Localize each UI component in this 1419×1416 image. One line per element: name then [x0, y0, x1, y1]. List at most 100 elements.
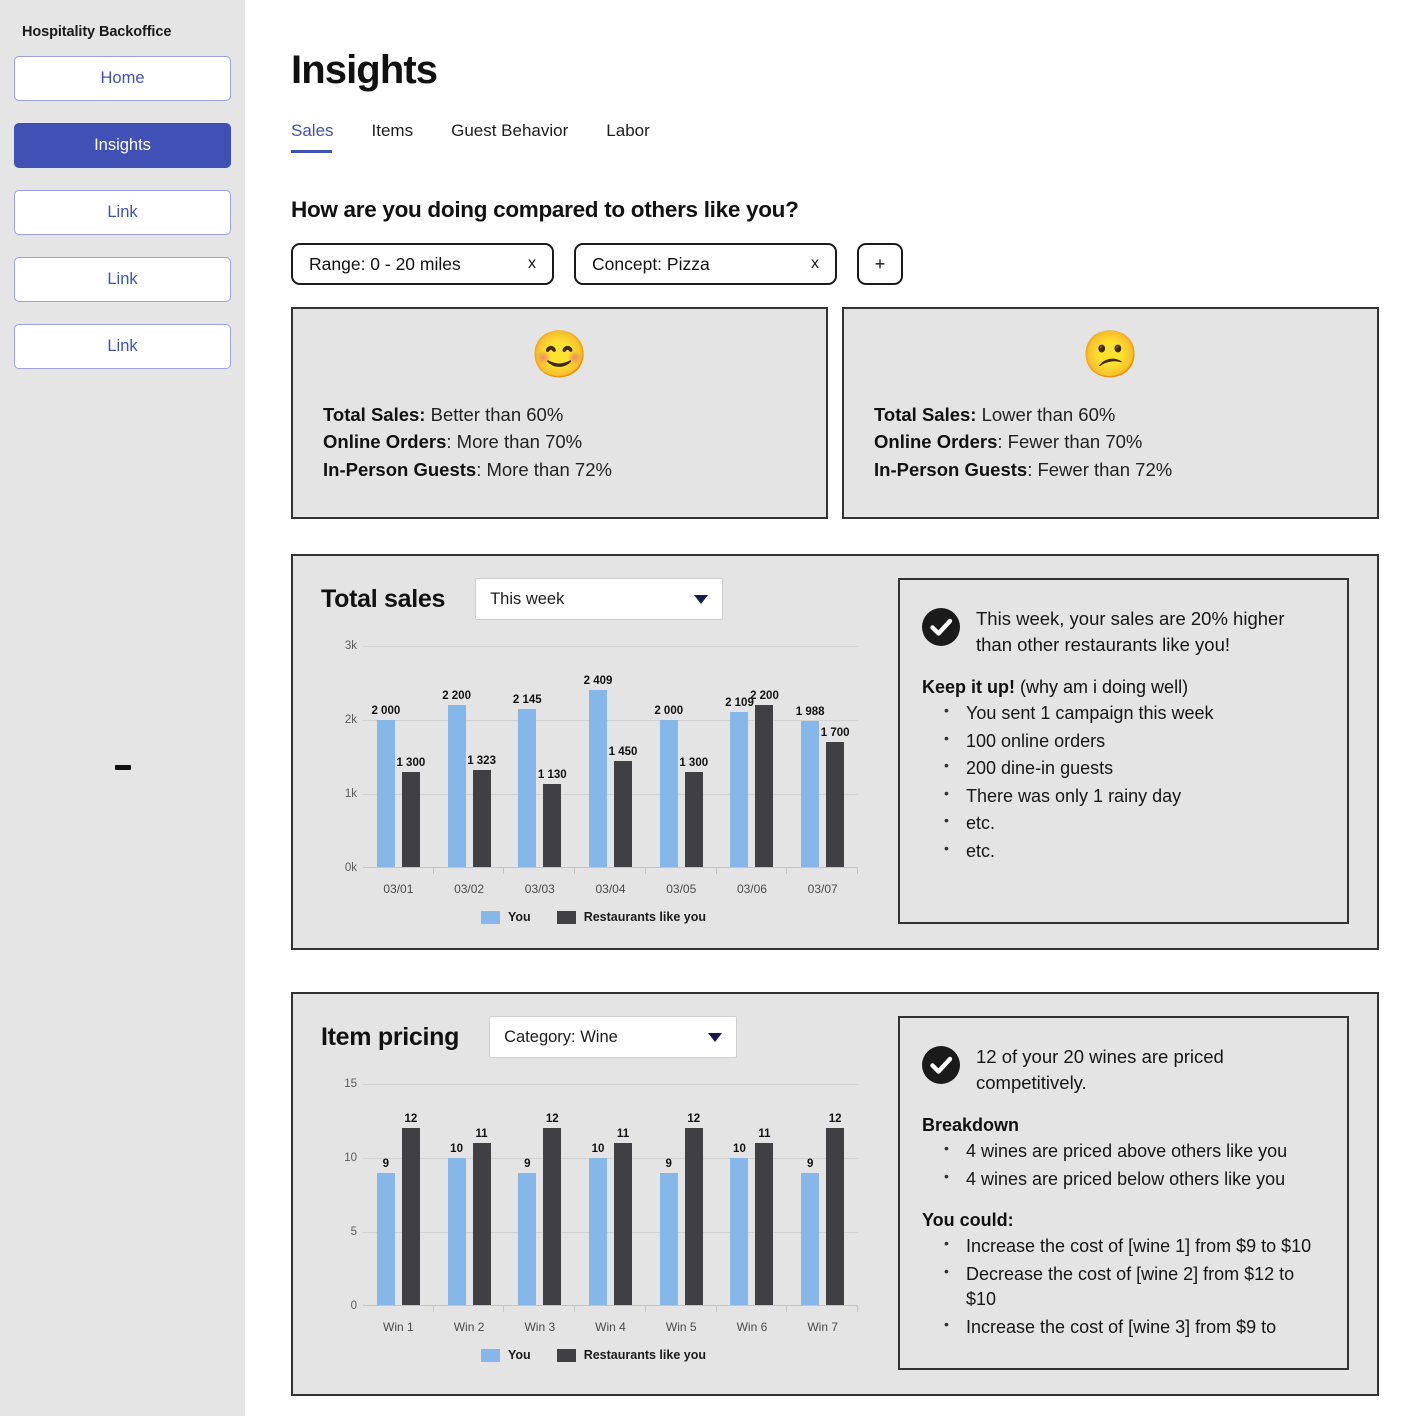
y-axis-tick-label: 0 — [350, 1300, 357, 1312]
comparison-metric-label: Total Sales: — [323, 404, 426, 425]
tab-guest-behavior[interactable]: Guest Behavior — [451, 121, 568, 157]
sidebar-nav: Home Insights Link Link Link — [14, 56, 231, 369]
comparison-metric-line: Online Orders: Fewer than 70% — [874, 428, 1347, 455]
chart-bar-value-label: 2 409 — [583, 674, 613, 687]
total-sales-header: Total sales This week — [321, 578, 866, 620]
chart-bar-group: 2 145 1 130 — [504, 646, 575, 874]
chart-bar-you: 2 145 — [513, 694, 542, 868]
item-pricing-legend: You Restaurants like you — [321, 1348, 866, 1362]
check-circle-icon — [922, 608, 960, 646]
chart-bar-you: 10 — [730, 1143, 749, 1306]
chart-bar-value-label: 10 — [591, 1143, 605, 1156]
chart-bar-value-label: 2 000 — [654, 705, 684, 718]
total-sales-bar-chart: 0k 1k 2k 3k 2 000 1 300 2 200 1 323 2 145 1 130 2 … — [327, 640, 866, 896]
comparison-metric-line: In-Person Guests: More than 72% — [323, 456, 796, 483]
chart-bar-others: 2 200 — [750, 690, 779, 868]
sidebar-item-link-4[interactable]: Link — [14, 324, 231, 369]
chart-bar-value-label: 1 300 — [396, 756, 426, 769]
item-pricing-insight-box: 12 of your 20 wines are priced competiti… — [898, 1016, 1349, 1371]
chart-bar-value-label: 10 — [450, 1143, 463, 1156]
y-axis-tick-label: 0k — [344, 862, 357, 874]
x-axis-tick-label: Win 4 — [595, 1320, 626, 1334]
item-pricing-bar-chart: 0 5 10 15 9 12 10 11 9 12 10 11 9 12 10 11 9 12 Win 1 Win 2… — [327, 1078, 866, 1334]
sidebar-item-insights-1[interactable]: Insights — [14, 123, 231, 168]
chart-bar-value-label: 1 323 — [467, 755, 496, 768]
chart-bar-group: 2 409 1 450 — [575, 646, 646, 874]
chart-bar-value-label: 2 200 — [442, 690, 471, 703]
comparison-metric-value: : Fewer than 70% — [997, 431, 1143, 453]
tab-items[interactable]: Items — [372, 121, 414, 157]
legend-label: Restaurants like you — [583, 1348, 706, 1362]
chart-bar-others: 11 — [614, 1128, 633, 1306]
chart-bars: 9 12 10 11 9 12 10 11 9 12 10 11 9 12 — [363, 1084, 858, 1312]
chart-bar-value-label: 1 450 — [608, 745, 638, 758]
chart-bar-others: 12 — [826, 1113, 845, 1306]
close-icon[interactable]: x — [773, 255, 819, 273]
chart-bar-value-label: 10 — [733, 1143, 746, 1156]
sidebar-item-home-0[interactable]: Home — [14, 56, 231, 101]
chart-bar-others: 1 300 — [396, 757, 425, 868]
comparison-metric-label: Online Orders — [874, 431, 998, 453]
comparison-cards: 😊 Total Sales: Better than 60% Online Orde… — [291, 307, 1379, 519]
chart-bar-value-label: 9 — [382, 1157, 390, 1170]
you-could-bullet-list: Increase the cost of [wine 1] from $9 to… — [944, 1234, 1321, 1340]
total-sales-bullet-list: You sent 1 campaign this week100 online … — [944, 701, 1321, 864]
x-axis-tick-label: Win 3 — [524, 1320, 556, 1334]
chart-bar-group: 2 000 1 300 — [363, 646, 434, 874]
chart-bar-value-label: 1 300 — [679, 756, 709, 769]
y-axis-tick-label: 2k — [344, 713, 357, 726]
comparison-metric-line: Online Orders: More than 70% — [323, 428, 796, 455]
bullet-item: Decrease the cost of [wine 2] from $12 t… — [944, 1262, 1321, 1313]
timeframe-select[interactable]: This week — [475, 578, 724, 620]
chart-bar-others: 1 130 — [538, 769, 567, 868]
insight-lead-row: 12 of your 20 wines are priced competiti… — [922, 1044, 1321, 1095]
chart-bar-others: 11 — [755, 1128, 774, 1306]
comparison-card-positive: 😊 Total Sales: Better than 60% Online Orde… — [291, 307, 828, 519]
comparison-metric-line: In-Person Guests: Fewer than 72% — [874, 456, 1347, 483]
category-select[interactable]: Category: Wine — [489, 1016, 738, 1058]
chart-bar-value-label: 11 — [758, 1128, 771, 1141]
total-sales-chart-area: Total sales This week 0k 1k 2k 3k 2 000 1 300… — [321, 578, 866, 924]
chart-bar-others: 12 — [401, 1113, 420, 1306]
chart-bar-value-label: 9 — [665, 1157, 672, 1170]
x-axis-tick-label: Win 7 — [807, 1320, 839, 1334]
chart-bar-you: 2 109 — [725, 697, 754, 868]
filter-chip-concept[interactable]: Concept: Pizza x — [574, 243, 837, 285]
tab-sales[interactable]: Sales — [291, 121, 334, 157]
close-icon[interactable]: x — [490, 255, 536, 273]
total-sales-insight-lead: This week, your sales are 20% higher tha… — [976, 608, 1285, 655]
breakdown-bullet-list: 4 wines are priced above others like you… — [944, 1139, 1321, 1192]
sidebar-item-link-3[interactable]: Link — [14, 257, 231, 302]
tab-labor[interactable]: Labor — [606, 121, 649, 157]
legend-item: You — [481, 910, 531, 924]
chart-bar-value-label: 2 145 — [512, 694, 542, 707]
item-pricing-header: Item pricing Category: Wine — [321, 1016, 866, 1058]
insight-lead-row: This week, your sales are 20% higher tha… — [922, 606, 1321, 657]
chart-bar-you: 9 — [659, 1158, 678, 1306]
chart-bar-you: 10 — [447, 1143, 466, 1306]
comparison-metric-value: : More than 70% — [446, 431, 583, 453]
total-sales-insight-area: This week, your sales are 20% higher tha… — [898, 578, 1349, 924]
chevron-down-icon — [708, 1032, 723, 1042]
bullet-item: There was only 1 rainy day — [944, 784, 1321, 810]
chevron-down-icon — [694, 594, 709, 604]
sidebar-item-link-2[interactable]: Link — [14, 190, 231, 235]
filter-chip-range[interactable]: Range: 0 - 20 miles x — [291, 243, 554, 285]
x-axis-tick-label: 03/02 — [454, 882, 485, 896]
item-pricing-insight-area: 12 of your 20 wines are priced competiti… — [898, 1016, 1349, 1371]
chart-plot-area: 0 5 10 15 9 12 10 11 9 12 10 11 9 12 10 11 9 12 — [344, 1078, 858, 1312]
you-could-heading: You could: — [922, 1210, 1014, 1231]
timeframe-select-value: This week — [490, 589, 565, 608]
add-filter-button[interactable]: + — [857, 243, 903, 285]
filter-chip-label: Range: 0 - 20 miles — [309, 253, 461, 274]
y-axis-tick-label: 3k — [344, 640, 357, 652]
chart-bar-value-label: 9 — [524, 1157, 531, 1170]
chart-bar-value-label: 1 130 — [537, 769, 567, 782]
comparison-metric-label: In-Person Guests — [323, 458, 477, 480]
item-pricing-panel: Item pricing Category: Wine 0 5 10 15 9 12 10 1… — [291, 992, 1379, 1397]
bullet-item: You sent 1 campaign this week — [944, 701, 1321, 727]
sidebar-dash — [115, 765, 131, 770]
bullet-item: 200 dine-in guests — [944, 756, 1321, 782]
chart-bar-value-label: 12 — [687, 1113, 701, 1126]
x-axis-tick-label: 03/06 — [736, 882, 767, 896]
